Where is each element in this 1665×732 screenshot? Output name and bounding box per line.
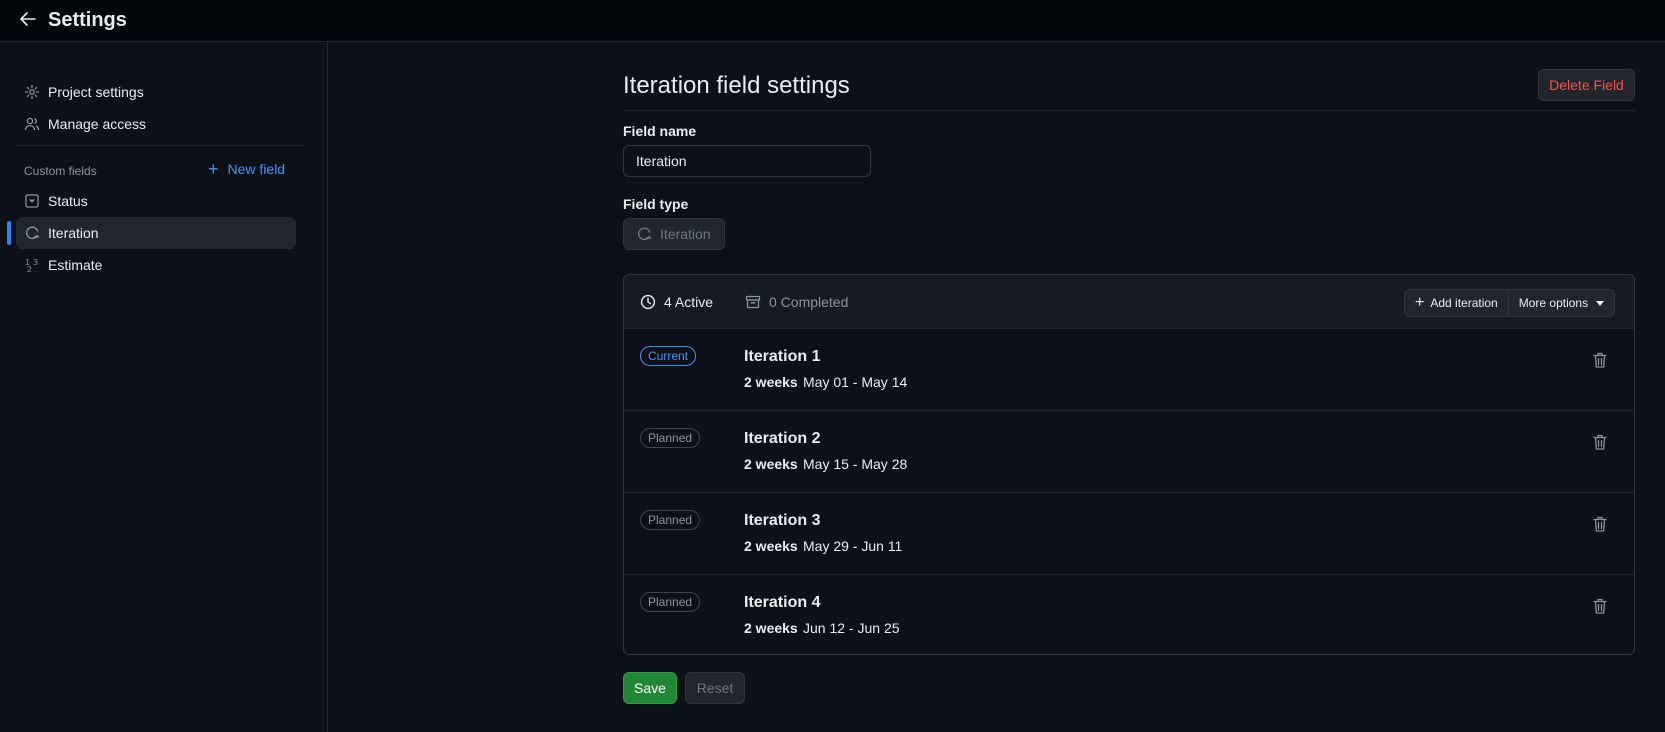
status-badge: Current [640,346,697,366]
iteration-duration: 2 weeks [744,538,798,554]
iteration-dates[interactable]: May 29 - Jun 11 [803,538,902,554]
iterations-header: 4 Active 0 Completed + Add iteration Mor… [624,275,1634,329]
field-name-input[interactable] [623,145,871,177]
page-title: Settings [48,9,127,31]
archive-icon [745,294,761,310]
new-field-button[interactable]: + New field [208,160,285,178]
status-badge: Planned [640,510,701,530]
custom-fields-heading: Custom fields [24,164,97,178]
gear-icon [24,84,40,100]
title-divider [623,110,1635,111]
status-badge: Planned [640,428,701,448]
number-icon: 132 [24,257,40,273]
sidebar-item-label: Estimate [48,257,103,273]
trash-icon[interactable] [1592,515,1608,533]
sidebar-item-status[interactable]: Status [16,185,296,217]
iteration-dates[interactable]: May 01 - May 14 [803,374,907,390]
svg-text:3: 3 [33,258,38,267]
iteration-duration: 2 weeks [744,374,798,390]
sidebar-divider [16,145,304,146]
field-type-label: Field type [623,196,689,212]
iteration-row: Planned Iteration 2 2 weeks May 15 - May… [624,411,1634,493]
iteration-duration: 2 weeks [744,456,798,472]
clock-icon [640,294,656,310]
people-icon [24,116,40,132]
sidebar-item-label: Project settings [48,84,144,100]
iteration-title[interactable]: Iteration 2 [744,430,820,448]
iteration-icon [636,226,652,242]
trash-icon[interactable] [1592,433,1608,451]
sidebar-item-label: Iteration [48,225,99,241]
sidebar-item-label: Manage access [48,116,147,132]
add-iteration-label: Add iteration [1430,296,1498,310]
trash-icon[interactable] [1592,597,1608,615]
plus-icon: + [208,159,219,179]
single-select-icon [24,193,40,209]
settings-title: Iteration field settings [623,72,850,99]
new-field-label: New field [227,161,286,177]
field-type-value: Iteration [660,226,711,242]
sidebar-item-iteration[interactable]: Iteration [16,217,296,249]
iteration-icon [24,225,40,241]
iteration-duration: 2 weeks [744,620,798,636]
delete-field-button[interactable]: Delete Field [1538,69,1635,101]
reset-button[interactable]: Reset [685,672,745,704]
top-bar: Settings [0,0,1665,42]
more-options-label: More options [1518,296,1589,310]
iteration-dates[interactable]: Jun 12 - Jun 25 [803,620,900,636]
sidebar: Project settings Manage access Custom fi… [0,42,328,732]
iteration-title[interactable]: Iteration 4 [744,594,820,612]
tab-active-label: 4 Active [664,294,714,310]
iteration-actions: + Add iteration More options [1404,289,1616,317]
caret-down-icon [1596,300,1605,306]
status-badge: Planned [640,592,701,612]
iteration-title[interactable]: Iteration 3 [744,512,820,530]
svg-text:2: 2 [27,265,32,273]
iteration-row: Planned Iteration 3 2 weeks May 29 - Jun… [624,493,1634,575]
save-button[interactable]: Save [623,672,677,704]
iterations-panel: 4 Active 0 Completed + Add iteration Mor… [623,274,1635,655]
iteration-row: Planned Iteration 4 2 weeks Jun 12 - Jun… [624,575,1634,654]
iteration-dates[interactable]: May 15 - May 28 [803,456,907,472]
plus-icon: + [1415,294,1425,311]
tab-completed-label: 0 Completed [769,294,849,310]
add-iteration-button[interactable]: + Add iteration [1404,289,1509,317]
active-indicator [7,221,11,245]
sidebar-item-project-settings[interactable]: Project settings [16,76,296,108]
tab-completed[interactable]: 0 Completed [745,275,848,329]
tab-active[interactable]: 4 Active [640,275,713,329]
iteration-row: Current Iteration 1 2 weeks May 01 - May… [624,329,1634,411]
sidebar-item-label: Status [48,193,88,209]
trash-icon[interactable] [1592,351,1608,369]
field-type-display: Iteration [623,218,725,250]
iteration-title[interactable]: Iteration 1 [744,348,820,366]
sidebar-item-estimate[interactable]: 132 Estimate [16,249,296,281]
arrow-left-icon[interactable] [18,9,38,29]
sidebar-item-manage-access[interactable]: Manage access [16,108,296,140]
more-options-button[interactable]: More options [1508,289,1616,317]
field-name-label: Field name [623,123,697,139]
